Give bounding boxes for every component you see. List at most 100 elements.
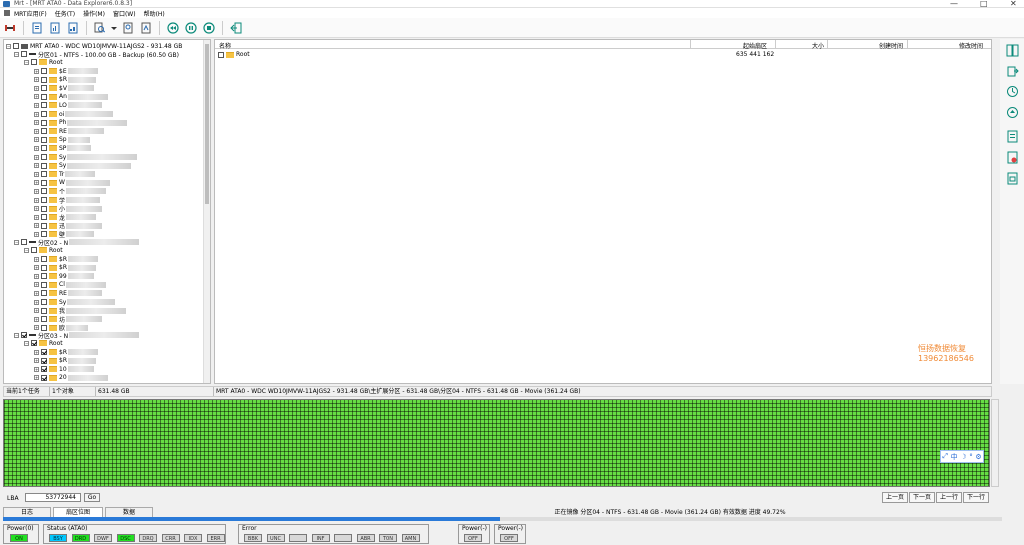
file-info-icon[interactable] — [1006, 172, 1019, 185]
export-icon[interactable] — [1006, 65, 1019, 78]
exit-icon[interactable] — [229, 21, 243, 35]
tree-checkbox[interactable] — [41, 299, 47, 305]
partition-tree[interactable]: − MRT ATA0 - WDC WD10JMVW-11AJGS2 - 931.… — [3, 39, 211, 384]
tree-checkbox[interactable] — [41, 162, 47, 169]
tree-folder-node[interactable]: + Sy — [34, 298, 116, 306]
expand-icon[interactable]: + — [34, 188, 39, 194]
expand-icon[interactable]: + — [34, 273, 39, 279]
moon-icon[interactable]: ☽ — [960, 453, 966, 461]
tree-folder-node[interactable]: + Sp — [34, 136, 90, 144]
expand-icon[interactable]: + — [34, 299, 39, 305]
tree-checkbox[interactable] — [31, 247, 37, 253]
prev-page-button[interactable]: 上一页 — [882, 492, 908, 503]
menu-task[interactable]: 任务(T) — [55, 9, 75, 18]
tree-folder-node[interactable]: + RE — [34, 127, 104, 135]
tree-checkbox[interactable] — [41, 188, 47, 195]
collapse-icon[interactable]: − — [24, 59, 29, 65]
tree-folder-node[interactable]: + 学 — [34, 196, 101, 205]
menu-operation[interactable]: 操作(M) — [83, 9, 105, 18]
collapse-icon[interactable]: − — [14, 51, 19, 57]
tree-checkbox[interactable] — [41, 102, 47, 109]
tree-checkbox[interactable] — [41, 256, 47, 262]
connect-icon[interactable] — [3, 21, 17, 35]
tree-folder-node[interactable]: + $R — [34, 264, 96, 272]
eject-icon[interactable] — [1006, 106, 1019, 119]
compare-icon[interactable] — [1006, 44, 1019, 57]
tree-folder-node[interactable]: + Ph — [34, 119, 128, 127]
col-created[interactable]: 创建时间 — [879, 41, 903, 50]
file-list[interactable]: 名称 起始扇区 大小 创建时间 修改时间 Root 635 441 162 恒扬… — [214, 39, 992, 384]
col-start-sector[interactable]: 起始扇区 — [743, 41, 767, 50]
collapse-icon[interactable]: − — [14, 239, 19, 245]
expand-icon[interactable]: + — [34, 77, 39, 83]
collapse-icon[interactable]: − — [24, 247, 29, 253]
tree-checkbox[interactable] — [41, 205, 47, 212]
tree-checkbox[interactable] — [41, 273, 47, 280]
pause-icon[interactable] — [184, 21, 198, 35]
expand-icon[interactable]: + — [34, 180, 39, 186]
col-modified[interactable]: 修改时间 — [959, 41, 983, 50]
document-icon[interactable] — [1006, 130, 1019, 143]
tree-checkbox[interactable] — [21, 239, 27, 245]
tree-partition-node[interactable]: − 分区03 - N — [14, 331, 140, 340]
expand-icon[interactable]: + — [34, 308, 39, 314]
lba-input[interactable]: 53772944 — [25, 493, 81, 502]
tree-folder-node[interactable]: + 个 — [34, 187, 107, 196]
tree-folder-node[interactable]: + $R — [34, 357, 96, 365]
stats-icon[interactable] — [66, 21, 80, 35]
tree-checkbox[interactable] — [21, 51, 27, 57]
tab-log[interactable]: 日志 — [3, 507, 51, 517]
tree-partition-node[interactable]: − 分区02 - N — [14, 238, 140, 247]
tree-folder-node[interactable]: + 坊 — [34, 315, 103, 324]
chart-report-icon[interactable] — [48, 21, 62, 35]
tree-folder-node[interactable]: + Sy — [34, 153, 138, 161]
tree-folder-node[interactable]: + $V — [34, 84, 94, 92]
tree-scroll-thumb[interactable] — [205, 44, 209, 204]
stop-icon[interactable] — [202, 21, 216, 35]
next-row-button[interactable]: 下一行 — [963, 492, 989, 503]
tree-checkbox[interactable] — [41, 68, 47, 74]
history-icon[interactable] — [1006, 85, 1019, 98]
list-row[interactable]: Root 635 441 162 — [215, 51, 991, 59]
go-button[interactable]: Go — [84, 493, 100, 502]
expand-icon[interactable]: + — [34, 231, 39, 237]
tree-folder-node[interactable]: + 小 — [34, 205, 103, 213]
tree-checkbox[interactable] — [41, 136, 47, 143]
tree-checkbox[interactable] — [41, 111, 47, 117]
expand-icon[interactable]: + — [34, 68, 39, 74]
column-divider[interactable] — [690, 40, 691, 49]
copy-task-icon[interactable] — [139, 21, 153, 35]
punctuation-icon[interactable]: ° — [969, 453, 973, 461]
tree-checkbox[interactable] — [41, 290, 47, 297]
expand-icon[interactable]: + — [34, 358, 39, 364]
tree-folder-node[interactable]: + $R — [34, 255, 98, 263]
tree-folder-node[interactable]: + RE — [34, 289, 102, 297]
expand-icon[interactable]: + — [34, 154, 39, 160]
tree-checkbox[interactable] — [41, 76, 47, 83]
expand-icon[interactable]: + — [34, 163, 39, 169]
prev-row-button[interactable]: 上一行 — [936, 492, 962, 503]
expand-icon[interactable]: + — [34, 366, 39, 372]
tree-checkbox[interactable] — [41, 349, 47, 355]
expand-icon[interactable]: + — [34, 256, 39, 262]
col-size[interactable]: 大小 — [812, 41, 824, 50]
column-divider[interactable] — [907, 40, 908, 49]
collapse-icon[interactable]: − — [14, 332, 19, 338]
tree-checkbox[interactable] — [41, 93, 47, 100]
expand-icon[interactable]: + — [34, 223, 39, 229]
tree-folder-node[interactable]: + An — [34, 93, 108, 101]
expand-icon[interactable]: + — [34, 316, 39, 322]
tree-folder-node[interactable]: +20 — [34, 374, 108, 382]
tree-checkbox[interactable] — [41, 197, 47, 203]
expand-icon[interactable]: + — [34, 102, 39, 108]
tree-folder-node[interactable]: + Sy — [34, 162, 132, 170]
tree-folder-node[interactable]: + W — [34, 179, 110, 187]
tree-folder-node[interactable]: +10 — [34, 365, 94, 373]
expand-icon[interactable]: + — [34, 206, 39, 212]
search-icon[interactable] — [93, 21, 107, 35]
column-divider[interactable] — [775, 40, 776, 49]
expand-icon[interactable]: + — [34, 197, 39, 203]
expand-icon[interactable]: + — [34, 137, 39, 143]
expand-icon[interactable]: + — [34, 120, 39, 126]
tree-scrollbar[interactable] — [203, 40, 210, 383]
